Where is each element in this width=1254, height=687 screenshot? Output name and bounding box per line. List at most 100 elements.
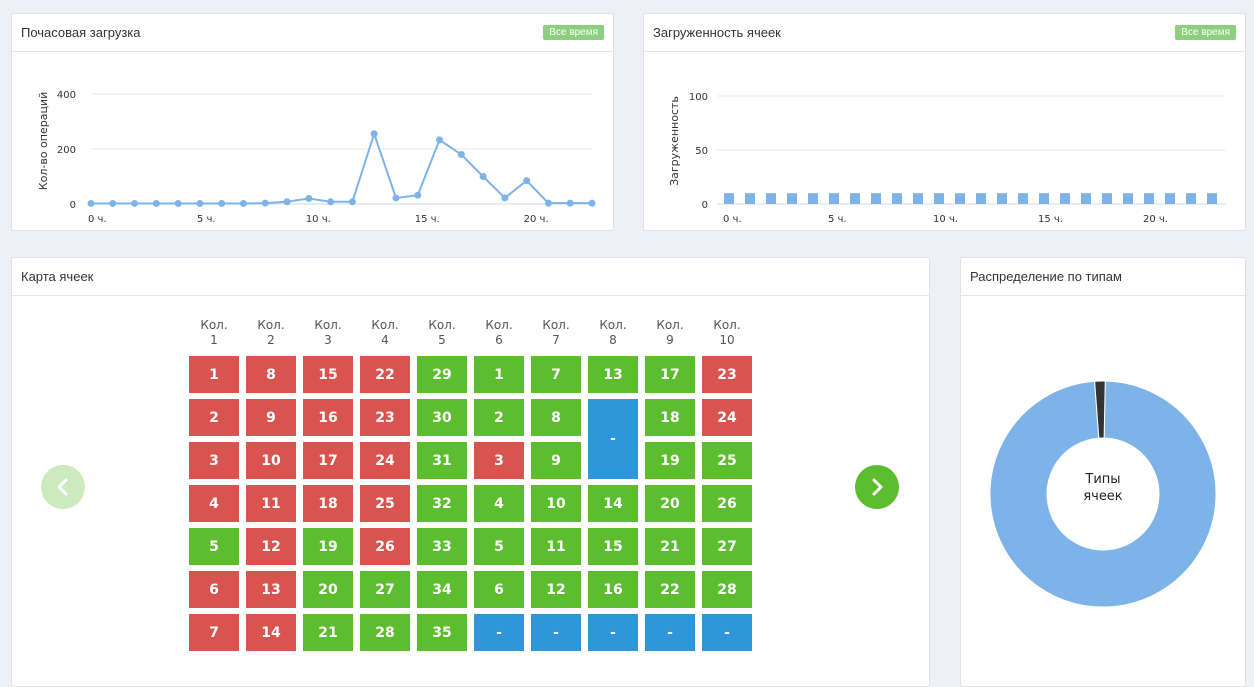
load-bar[interactable] <box>829 193 839 204</box>
load-bar[interactable] <box>934 193 944 204</box>
storage-cell[interactable]: 7 <box>531 356 581 393</box>
storage-cell[interactable]: 28 <box>360 614 410 651</box>
load-bar[interactable] <box>976 193 986 204</box>
storage-cell[interactable]: 5 <box>474 528 524 565</box>
storage-cell[interactable]: 19 <box>645 442 695 479</box>
storage-cell[interactable]: - <box>702 614 752 651</box>
storage-cell[interactable]: 16 <box>303 399 353 436</box>
storage-cell[interactable]: 29 <box>417 356 467 393</box>
storage-cell[interactable]: 24 <box>702 399 752 436</box>
load-bar[interactable] <box>1060 193 1070 204</box>
load-y-tick: 0 <box>702 200 708 211</box>
storage-cell[interactable]: 25 <box>702 442 752 479</box>
storage-cell[interactable]: 2 <box>474 399 524 436</box>
load-bar[interactable] <box>1039 193 1049 204</box>
storage-cell[interactable]: 31 <box>417 442 467 479</box>
storage-cell[interactable]: 5 <box>189 528 239 565</box>
storage-cell[interactable]: 20 <box>645 485 695 522</box>
load-bar[interactable] <box>1018 193 1028 204</box>
storage-cell[interactable]: 17 <box>645 356 695 393</box>
storage-cell[interactable]: 3 <box>189 442 239 479</box>
load-bar[interactable] <box>1186 193 1196 204</box>
load-bar[interactable] <box>1144 193 1154 204</box>
storage-cell[interactable]: 27 <box>702 528 752 565</box>
storage-cell[interactable]: 16 <box>588 571 638 608</box>
prev-page-button[interactable] <box>41 465 85 509</box>
storage-cell[interactable]: 14 <box>588 485 638 522</box>
storage-cell[interactable]: 22 <box>645 571 695 608</box>
hourly-data-point <box>87 199 95 207</box>
storage-cell[interactable]: 33 <box>417 528 467 565</box>
column-header-number: 2 <box>267 333 275 347</box>
load-bar[interactable] <box>1123 193 1133 204</box>
storage-cell[interactable]: 13 <box>246 571 296 608</box>
storage-cell[interactable]: 21 <box>303 614 353 651</box>
load-bar[interactable] <box>787 193 797 204</box>
storage-cell[interactable]: 23 <box>360 399 410 436</box>
storage-cell[interactable]: 28 <box>702 571 752 608</box>
storage-cell[interactable]: 21 <box>645 528 695 565</box>
storage-cell[interactable]: 6 <box>189 571 239 608</box>
storage-cell[interactable]: 11 <box>246 485 296 522</box>
storage-cell[interactable]: - <box>588 614 638 651</box>
storage-cell[interactable]: 26 <box>702 485 752 522</box>
storage-cell[interactable]: - <box>474 614 524 651</box>
storage-cell[interactable]: 27 <box>360 571 410 608</box>
load-bar[interactable] <box>892 193 902 204</box>
storage-cell[interactable]: 10 <box>531 485 581 522</box>
storage-cell[interactable]: 15 <box>588 528 638 565</box>
load-bar[interactable] <box>850 193 860 204</box>
storage-cell[interactable]: 9 <box>531 442 581 479</box>
storage-cell[interactable]: 8 <box>246 356 296 393</box>
storage-cell[interactable]: 6 <box>474 571 524 608</box>
cell-load-period-badge[interactable]: Все время <box>1175 25 1236 40</box>
load-bar[interactable] <box>724 193 734 204</box>
storage-cell[interactable]: 2 <box>189 399 239 436</box>
load-bar[interactable] <box>871 193 881 204</box>
load-bar[interactable] <box>955 193 965 204</box>
storage-cell[interactable]: 24 <box>360 442 410 479</box>
storage-cell[interactable]: 18 <box>303 485 353 522</box>
storage-cell[interactable]: - <box>531 614 581 651</box>
hourly-load-period-badge[interactable]: Все время <box>543 25 604 40</box>
storage-cell[interactable]: 19 <box>303 528 353 565</box>
load-bar[interactable] <box>1102 193 1112 204</box>
storage-cell[interactable]: 22 <box>360 356 410 393</box>
storage-cell[interactable]: 8 <box>531 399 581 436</box>
storage-cell[interactable]: 12 <box>531 571 581 608</box>
storage-cell[interactable]: 3 <box>474 442 524 479</box>
storage-cell[interactable]: 34 <box>417 571 467 608</box>
storage-cell[interactable]: 32 <box>417 485 467 522</box>
storage-cell[interactable]: 17 <box>303 442 353 479</box>
storage-cell[interactable]: 13 <box>588 356 638 393</box>
load-bar[interactable] <box>808 193 818 204</box>
load-bar[interactable] <box>1081 193 1091 204</box>
storage-cell[interactable]: 26 <box>360 528 410 565</box>
storage-cell[interactable]: 20 <box>303 571 353 608</box>
storage-cell[interactable]: 4 <box>474 485 524 522</box>
storage-cell[interactable]: 10 <box>246 442 296 479</box>
load-bar[interactable] <box>745 193 755 204</box>
load-bar[interactable] <box>913 193 923 204</box>
load-bar[interactable] <box>1165 193 1175 204</box>
storage-cell[interactable]: 14 <box>246 614 296 651</box>
storage-cell[interactable]: 25 <box>360 485 410 522</box>
load-bar[interactable] <box>997 193 1007 204</box>
load-bar[interactable] <box>1207 193 1217 204</box>
storage-cell[interactable]: - <box>645 614 695 651</box>
storage-cell[interactable]: 18 <box>645 399 695 436</box>
storage-cell[interactable]: 11 <box>531 528 581 565</box>
storage-cell[interactable]: 7 <box>189 614 239 651</box>
load-bar[interactable] <box>766 193 776 204</box>
storage-cell[interactable]: 9 <box>246 399 296 436</box>
storage-cell[interactable]: 1 <box>189 356 239 393</box>
storage-cell[interactable]: 4 <box>189 485 239 522</box>
storage-cell[interactable]: 23 <box>702 356 752 393</box>
storage-cell[interactable]: 15 <box>303 356 353 393</box>
storage-cell[interactable]: 30 <box>417 399 467 436</box>
storage-cell[interactable]: 35 <box>417 614 467 651</box>
storage-cell[interactable]: - <box>588 399 638 479</box>
storage-cell[interactable]: 12 <box>246 528 296 565</box>
next-page-button[interactable] <box>855 465 899 509</box>
storage-cell[interactable]: 1 <box>474 356 524 393</box>
